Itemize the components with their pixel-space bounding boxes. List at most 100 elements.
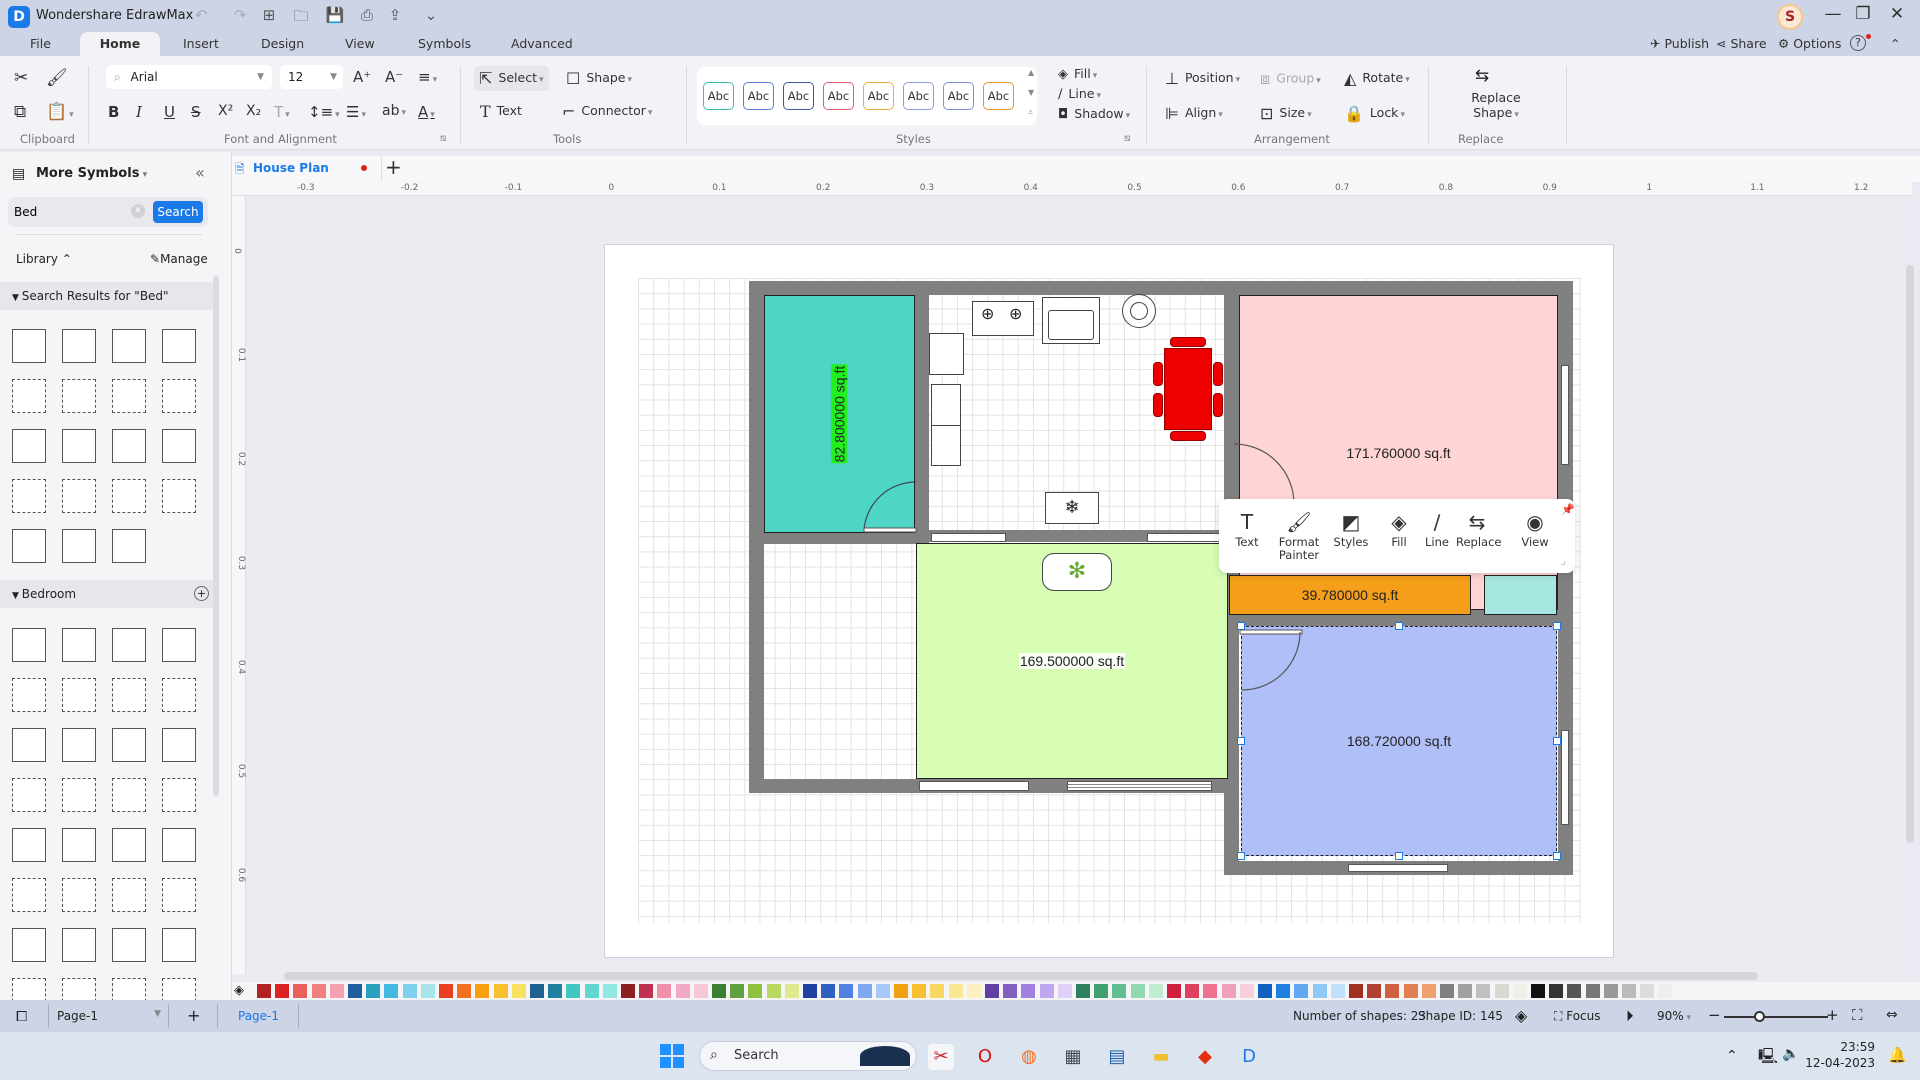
color-swatch[interactable]: [1312, 984, 1327, 998]
save-icon[interactable]: 💾: [324, 6, 346, 24]
align-button[interactable]: ⊫ Align: [1165, 104, 1223, 123]
opera-icon[interactable]: O: [972, 1044, 998, 1070]
color-swatch[interactable]: [930, 984, 945, 998]
color-swatch[interactable]: [857, 984, 872, 998]
search-result-symbol[interactable]: [162, 429, 196, 463]
search-result-symbol[interactable]: [12, 479, 46, 513]
float-fill-button[interactable]: ◈ Fill: [1378, 508, 1420, 549]
increase-font-icon[interactable]: A⁺: [353, 68, 371, 86]
float-view-button[interactable]: ◉ View: [1514, 508, 1556, 549]
float-styles-button[interactable]: ◩ Styles: [1330, 508, 1372, 549]
shape-tool-button[interactable]: ☐ Shape: [566, 69, 632, 88]
search-result-symbol[interactable]: [112, 379, 146, 413]
float-format-painter-button[interactable]: 🖌 Format Painter: [1272, 508, 1326, 562]
lock-button[interactable]: 🔒 Lock: [1344, 104, 1405, 123]
help-button[interactable]: ?: [1850, 35, 1866, 51]
windows-start-icon[interactable]: [660, 1044, 684, 1068]
color-swatch[interactable]: [730, 984, 745, 998]
fit-width-icon[interactable]: ⇔: [1886, 1007, 1898, 1023]
plant-rug[interactable]: ✻: [1042, 553, 1112, 591]
page-select[interactable]: Page-1 ▼: [57, 1009, 161, 1023]
horizontal-scrollbar[interactable]: [284, 972, 1758, 980]
room-cyan[interactable]: [1484, 575, 1557, 615]
superscript-icon[interactable]: X²: [218, 103, 233, 119]
bedroom-symbol[interactable]: [162, 628, 196, 662]
color-swatch[interactable]: [548, 984, 563, 998]
collapse-panel-icon[interactable]: «: [195, 163, 205, 182]
bedroom-symbol[interactable]: [12, 928, 46, 962]
color-swatch[interactable]: [1167, 984, 1181, 998]
layers-icon[interactable]: ◈: [1515, 1006, 1527, 1025]
color-swatch[interactable]: [1003, 984, 1018, 998]
color-swatch[interactable]: [602, 984, 617, 998]
color-swatch[interactable]: [1549, 984, 1564, 998]
color-swatch[interactable]: [1148, 984, 1163, 998]
color-swatch[interactable]: [420, 984, 435, 998]
color-swatch[interactable]: [1185, 984, 1200, 998]
show-hidden-icons[interactable]: ⌃: [1726, 1048, 1738, 1064]
selection-handle[interactable]: [1553, 852, 1561, 860]
color-swatch[interactable]: [584, 984, 599, 998]
refrigerator[interactable]: ❄: [1045, 492, 1099, 524]
tab-home[interactable]: Home: [80, 32, 160, 56]
search-result-symbol[interactable]: [162, 379, 196, 413]
color-swatch[interactable]: [1239, 984, 1254, 998]
color-swatch[interactable]: [675, 984, 690, 998]
color-swatch[interactable]: [1039, 984, 1054, 998]
print-icon[interactable]: ⎙: [356, 6, 378, 24]
color-swatch[interactable]: [530, 984, 544, 998]
bedroom-symbol[interactable]: [162, 928, 196, 962]
color-swatch[interactable]: [457, 984, 472, 998]
text-align-icon[interactable]: ≡: [418, 68, 437, 86]
selection-handle[interactable]: [1553, 622, 1561, 630]
color-swatch[interactable]: [1476, 984, 1491, 998]
zoom-slider-track[interactable]: [1724, 1016, 1828, 1018]
search-result-symbol[interactable]: [112, 429, 146, 463]
open-icon[interactable]: 🗀: [290, 6, 312, 31]
italic-icon[interactable]: I: [136, 103, 142, 121]
new-icon[interactable]: ⊞: [258, 6, 280, 24]
color-swatch[interactable]: [1130, 984, 1145, 998]
clock-date[interactable]: 12-04-2023: [1805, 1056, 1875, 1070]
color-swatch[interactable]: [621, 984, 635, 998]
decrease-font-icon[interactable]: A⁻: [385, 68, 403, 86]
search-result-symbol[interactable]: [62, 529, 96, 563]
cut-icon[interactable]: ✂: [14, 68, 28, 88]
publish-button[interactable]: ✈ Publish: [1650, 36, 1709, 51]
bedroom-symbol[interactable]: [62, 828, 96, 862]
color-swatch[interactable]: [348, 984, 362, 998]
color-swatch[interactable]: [1658, 984, 1673, 998]
color-swatch[interactable]: [257, 984, 271, 998]
color-swatch[interactable]: [511, 984, 526, 998]
tab-file[interactable]: File: [30, 36, 51, 51]
connector-tool-button[interactable]: ⌐ Connector: [562, 102, 652, 121]
add-document-tab-button[interactable]: +: [385, 155, 402, 179]
bedroom-symbol[interactable]: [112, 728, 146, 762]
user-avatar[interactable]: S: [1777, 4, 1803, 30]
manage-button[interactable]: ✎Manage: [150, 252, 208, 266]
bedroom-symbol[interactable]: [62, 778, 96, 812]
shrink-icon[interactable]: ⌟: [1561, 556, 1566, 567]
bedroom-symbol[interactable]: [12, 878, 46, 912]
color-swatch[interactable]: [748, 984, 763, 998]
bedroom-symbol[interactable]: [112, 678, 146, 712]
notifications-icon[interactable]: 🔔: [1888, 1046, 1907, 1064]
search-result-symbol[interactable]: [162, 479, 196, 513]
shadow-button[interactable]: ◘ Shadow: [1058, 106, 1130, 122]
bedroom-symbol[interactable]: [112, 928, 146, 962]
search-result-symbol[interactable]: [162, 329, 196, 363]
stove[interactable]: ⊕ ⊕: [972, 301, 1034, 336]
color-swatch[interactable]: [1512, 984, 1527, 998]
toilet[interactable]: [929, 333, 964, 375]
gallery-expand-icon[interactable]: ⩡: [1028, 108, 1033, 118]
color-swatch[interactable]: [1494, 984, 1509, 998]
bedroom-symbol[interactable]: [162, 678, 196, 712]
color-swatch[interactable]: [639, 984, 654, 998]
search-result-symbol[interactable]: [112, 529, 146, 563]
copy-icon[interactable]: ⧉: [14, 102, 26, 122]
color-swatch[interactable]: [821, 984, 836, 998]
color-swatch[interactable]: [1076, 984, 1090, 998]
gallery-up-icon[interactable]: ▲: [1028, 68, 1034, 77]
wash-basin[interactable]: [1122, 294, 1156, 328]
font-family-select[interactable]: ⌕ Arial ▼: [106, 65, 272, 89]
